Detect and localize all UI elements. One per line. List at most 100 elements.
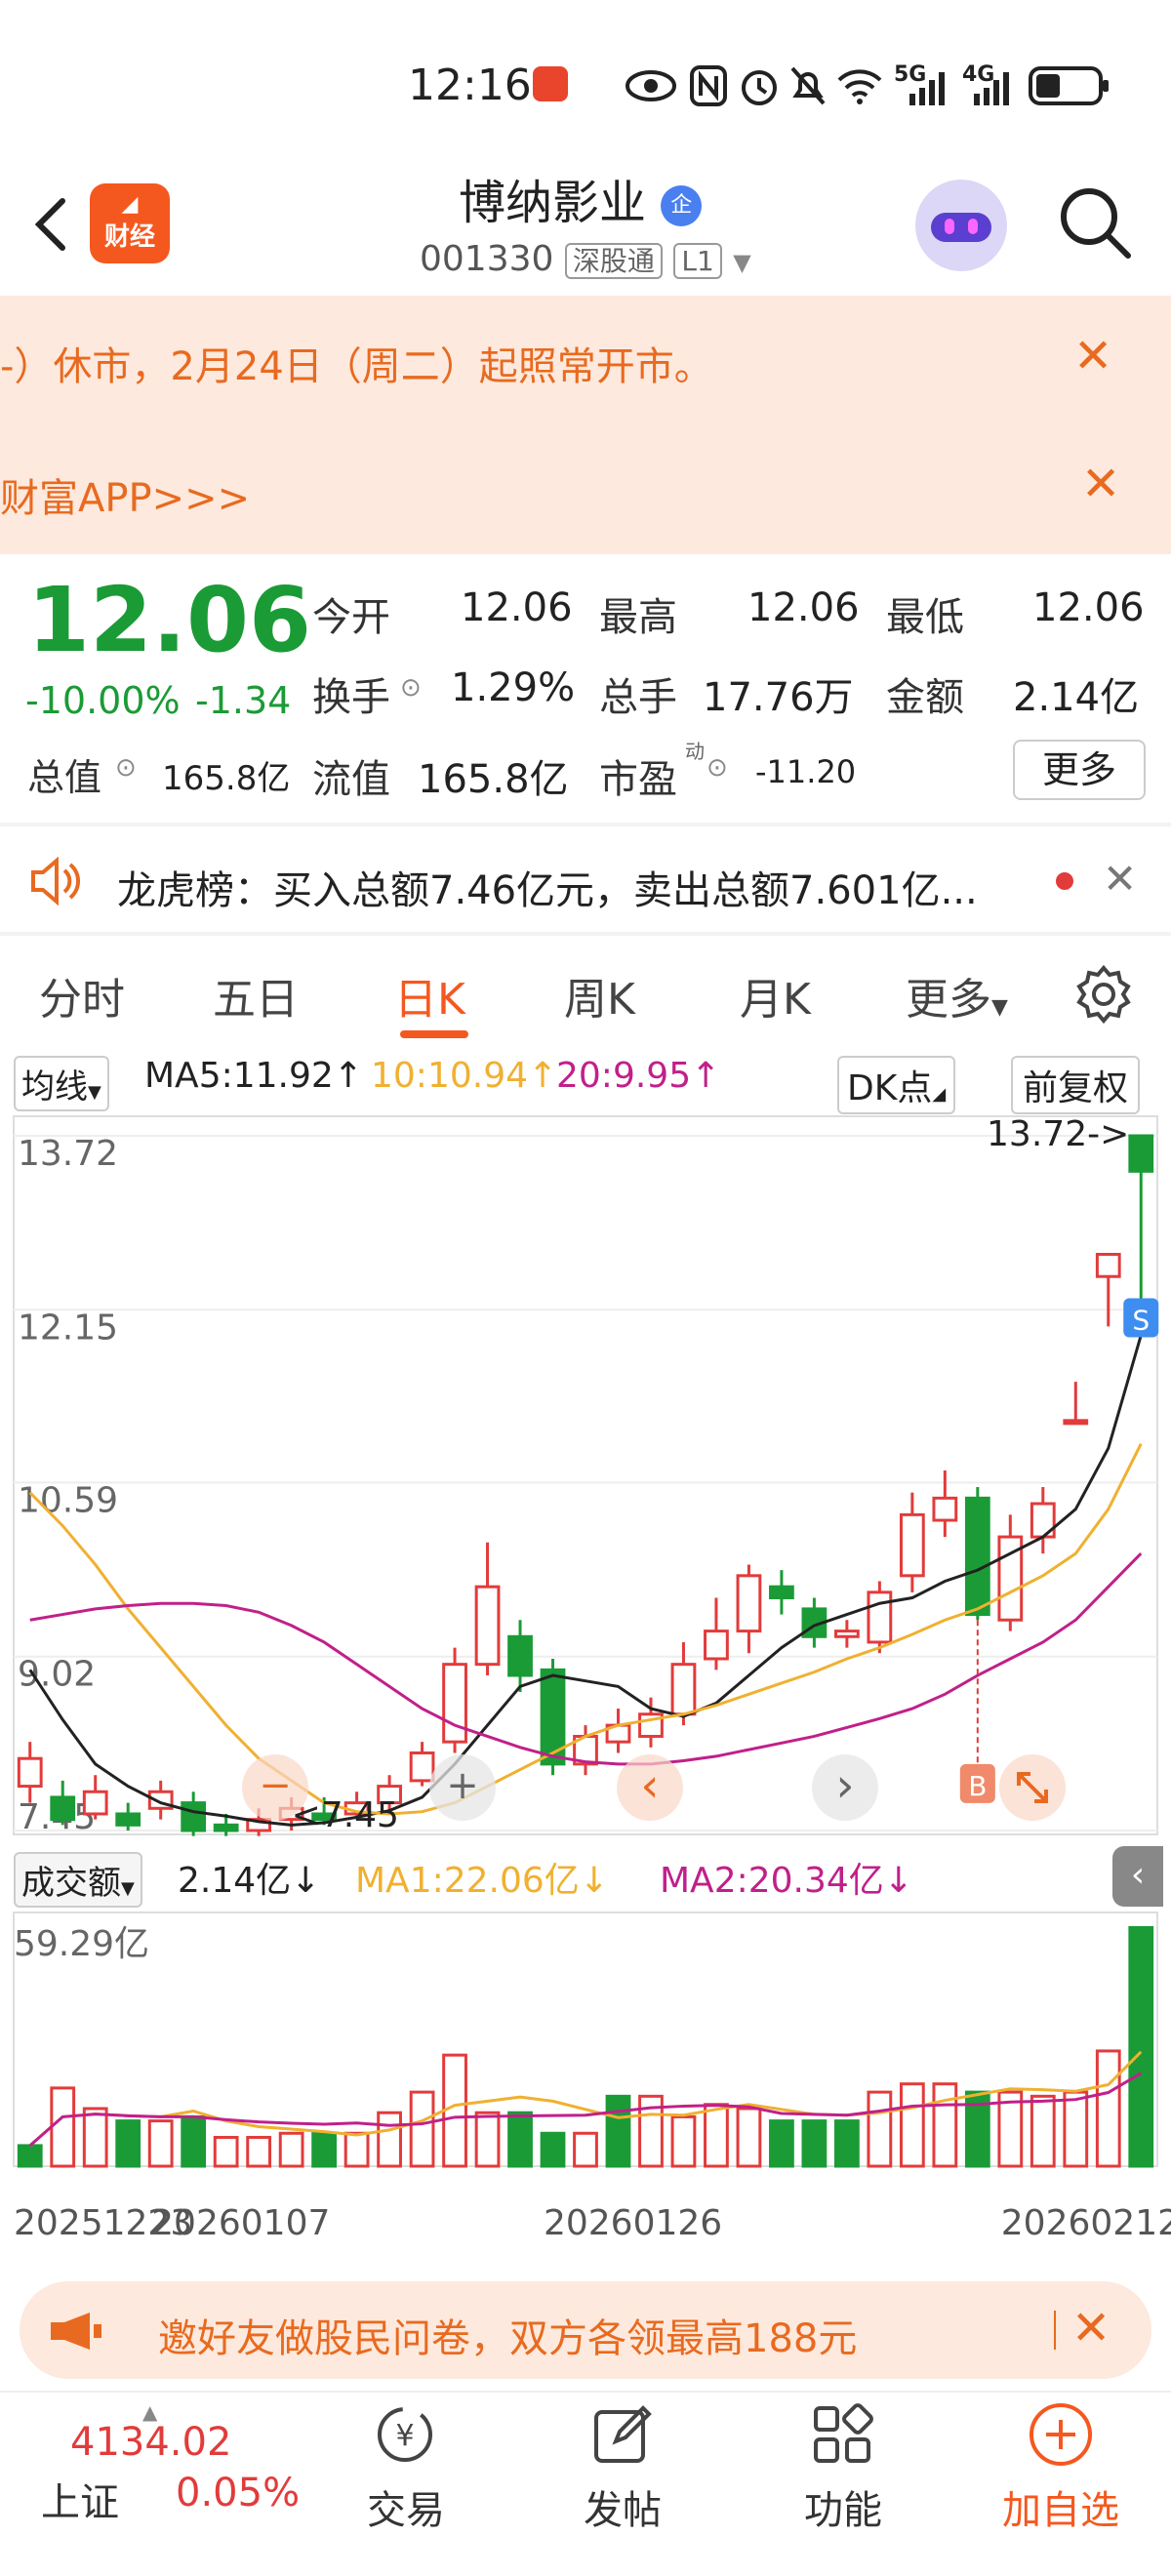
index-change: 0.05% — [176, 2471, 301, 2516]
more-button[interactable]: 更多 — [1013, 740, 1146, 800]
close-icon[interactable]: ✕ — [1071, 2301, 1110, 2355]
robot-visor-icon — [931, 213, 991, 242]
back-icon[interactable] — [27, 195, 76, 254]
volume-bar — [181, 2114, 207, 2168]
volume-bar — [343, 2131, 370, 2168]
tab-monthly-k[interactable]: 月K — [740, 964, 811, 1026]
volume-bar — [932, 2082, 958, 2168]
info-icon[interactable]: ⊙ — [707, 753, 728, 783]
zoom-in-button[interactable]: + — [429, 1754, 496, 1821]
volume-bar — [704, 2103, 729, 2168]
volume-bar — [769, 2119, 794, 2168]
y-tick-label: 12.15 — [18, 1308, 118, 1348]
market-tag: 深股通 — [564, 243, 663, 279]
banner-2-text: 财富APP>>> — [0, 476, 251, 521]
index-ticker[interactable]: ▲ 4134.02 上证 0.05% — [29, 2400, 322, 2545]
info-icon[interactable]: ⊙ — [400, 673, 422, 703]
close-icon[interactable]: ✕ — [1073, 329, 1112, 383]
nav-functions[interactable]: 功能 — [802, 2478, 884, 2535]
candle-body — [17, 1756, 43, 1789]
pe-sup: 动 — [685, 740, 705, 763]
notice-banner-1[interactable]: -）休市，2月24日（周二）起照常开市。 ✕ — [0, 296, 1171, 427]
search-icon[interactable] — [1056, 183, 1134, 262]
tab-five-day[interactable]: 五日 — [213, 964, 299, 1026]
candle-body — [867, 1590, 893, 1644]
dragon-tiger-notice[interactable]: 龙虎榜：买入总额7.46亿元，卖出总额7.601亿... — [117, 859, 1015, 915]
candle-body — [115, 1812, 141, 1827]
chevron-left-icon: ‹ — [640, 1758, 660, 1813]
eye-icon — [626, 70, 676, 101]
nav-trade[interactable]: 交易 — [365, 2478, 447, 2535]
low-value: 12.06 — [1032, 585, 1145, 630]
float-value: 165.8亿 — [418, 757, 569, 802]
volume-bar — [867, 2090, 893, 2168]
volume-label: 总手 — [599, 675, 677, 720]
battery-icon — [1029, 66, 1109, 105]
ma10-value: 10:10.94↑ — [371, 1056, 558, 1096]
candle-body — [964, 1496, 990, 1617]
add-watchlist-icon — [1030, 2403, 1092, 2466]
turnover-value: 1.29% — [451, 665, 576, 710]
volume-bar — [540, 2131, 566, 2168]
candle-body — [409, 1751, 435, 1783]
scroll-right-button[interactable]: › — [812, 1754, 878, 1821]
index-value: 4134.02 — [70, 2420, 232, 2465]
promo-banner[interactable]: 邀好友做股民问卷，双方各领最高188元 ✕ — [20, 2281, 1151, 2379]
nav-add-watchlist[interactable]: 加自选 — [999, 2478, 1122, 2535]
tab-intraday[interactable]: 分时 — [39, 964, 125, 1026]
float-label: 流值 — [312, 757, 390, 802]
status-time: 12:16 — [408, 60, 532, 110]
robot-eye-left-icon — [945, 219, 954, 234]
y-tick-label: 9.02 — [18, 1655, 96, 1695]
volume-bar — [573, 2131, 598, 2168]
info-icon[interactable]: ⊙ — [115, 753, 137, 783]
notice-banner-2[interactable]: 财富APP>>> ✕ — [0, 427, 1171, 554]
low-marker: <7.45 — [292, 1795, 399, 1835]
tab-weekly-k[interactable]: 周K — [564, 964, 635, 1026]
stock-code-row[interactable]: 001330 深股通 L1 ▼ — [420, 239, 751, 279]
enterprise-badge: 企 — [661, 185, 703, 226]
dropdown-icon: ▼ — [733, 249, 751, 276]
adjust-toggle[interactable]: 前复权 — [1011, 1056, 1141, 1114]
unread-dot — [1056, 872, 1073, 890]
settings-icon[interactable] — [1073, 964, 1134, 1025]
volume-bar — [311, 2131, 337, 2168]
stock-title[interactable]: 博纳影业 企 — [459, 164, 703, 232]
close-icon[interactable]: ✕ — [1081, 457, 1120, 511]
volume-bar — [474, 2111, 501, 2168]
nav-post[interactable]: 发帖 — [582, 2478, 664, 2535]
candle-body — [736, 1574, 762, 1633]
scroll-left-button[interactable]: ‹ — [617, 1754, 683, 1821]
candle-body — [1128, 1134, 1154, 1173]
indicator-selector[interactable]: 均线▼ — [14, 1056, 109, 1111]
nfc-icon — [690, 65, 727, 106]
change-amt: -1.34 — [195, 679, 292, 722]
tab-more[interactable]: 更多▼ — [906, 964, 1008, 1026]
close-icon[interactable]: ✕ — [1103, 855, 1137, 903]
active-tab-underline — [400, 1030, 468, 1038]
fullscreen-button[interactable] — [999, 1754, 1066, 1821]
divider — [0, 932, 1171, 936]
robot-eye-right-icon — [968, 219, 978, 234]
volume-value: 17.76万 — [703, 675, 854, 720]
vol-ma1: MA1:22.06亿↓ — [355, 1861, 609, 1901]
zoom-out-button[interactable]: − — [242, 1754, 308, 1821]
sell-signal-label: S — [1132, 1305, 1150, 1337]
signal-icon-1 — [909, 72, 945, 105]
candle-body — [899, 1512, 925, 1578]
zoom-in-icon: + — [446, 1763, 479, 1808]
kline-chart[interactable]: 13.7212.1510.599.027.4513.72-><7.45SB59.… — [0, 1112, 1171, 2264]
high-value: 12.06 — [747, 585, 860, 630]
corner-icon: ◢ — [932, 1084, 947, 1105]
mcap-value: 165.8亿 — [162, 759, 291, 798]
volume-current: 2.14亿↓ — [178, 1861, 321, 1901]
amount-label: 金额 — [886, 675, 964, 720]
collapse-panel-button[interactable]: ‹ — [1112, 1846, 1163, 1907]
dk-point-toggle[interactable]: DK点◢ — [837, 1056, 956, 1114]
volume-selector[interactable]: 成交额▼ — [14, 1852, 142, 1908]
tab-daily-k[interactable]: 日K — [394, 964, 465, 1026]
candle-body — [181, 1801, 207, 1832]
volume-bar — [1095, 2049, 1121, 2168]
robot-avatar[interactable] — [915, 180, 1007, 271]
stock-name: 博纳影业 — [459, 176, 647, 230]
